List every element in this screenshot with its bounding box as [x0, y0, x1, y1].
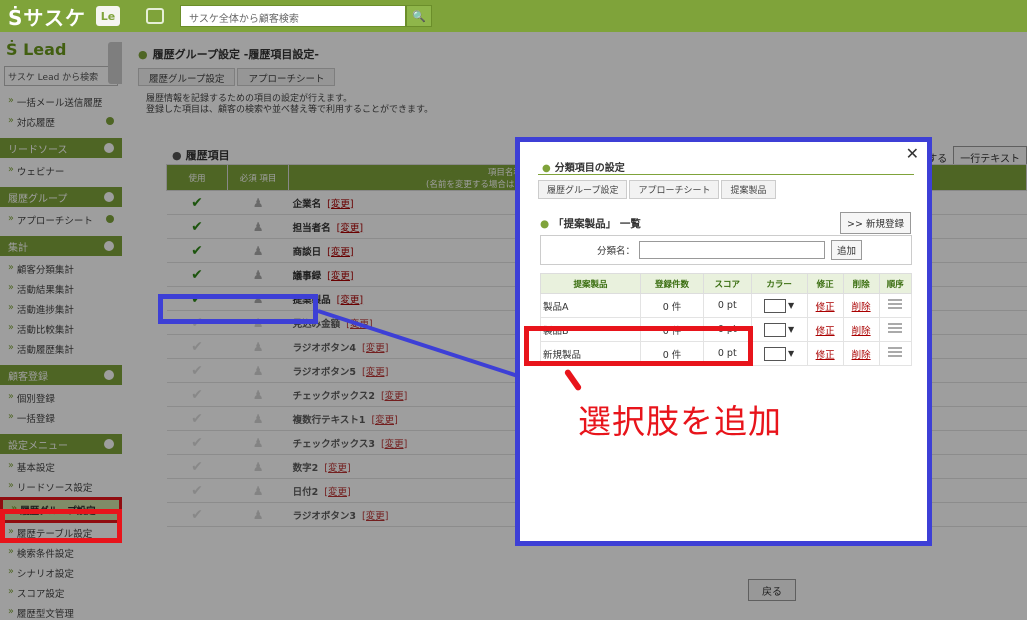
category-name-input[interactable] [639, 241, 826, 259]
col-score: スコア [702, 273, 752, 294]
category-score: 0 pt [702, 293, 752, 318]
order-cell [878, 341, 913, 366]
drag-handle-icon[interactable] [888, 347, 903, 357]
category-name: 製品A [540, 293, 641, 318]
color-swatch[interactable] [764, 322, 787, 337]
category-row: 製品A 0 件0 pt ▼ 修正 削除 [540, 293, 913, 318]
color-swatch[interactable] [764, 298, 787, 313]
col-count: 登録件数 [640, 273, 704, 294]
col-delete: 削除 [842, 273, 880, 294]
category-filter: 分類名： 追加 [540, 235, 912, 265]
close-icon[interactable]: ✕ [906, 144, 919, 163]
col-order: 順序 [878, 273, 913, 294]
breadcrumb-item[interactable]: 提案製品 [721, 180, 776, 199]
category-name-label: 分類名： [597, 246, 636, 257]
col-color: カラー [750, 273, 808, 294]
divider [538, 174, 914, 175]
delete-cell: 削除 [842, 317, 880, 342]
edit-cell: 修正 [806, 293, 844, 318]
add-button[interactable]: 追加 [831, 240, 863, 260]
order-cell [878, 293, 913, 318]
color-swatch[interactable] [764, 346, 787, 361]
chevron-down-icon[interactable]: ▼ [788, 301, 794, 310]
delete-link[interactable]: 削除 [852, 302, 871, 313]
annotation-red-box-new-row [524, 326, 753, 366]
delete-cell: 削除 [842, 341, 880, 366]
delete-cell: 削除 [842, 293, 880, 318]
annotation-blue-box [158, 294, 318, 324]
search-icon[interactable]: 🔍 [406, 5, 433, 27]
breadcrumb-item[interactable]: アプローチシート [629, 180, 720, 199]
chat-icon[interactable] [146, 8, 165, 24]
chevron-down-icon[interactable]: ▼ [788, 325, 794, 334]
category-count: 0 件 [640, 293, 704, 318]
delete-link[interactable]: 削除 [852, 350, 871, 361]
edit-link[interactable]: 修正 [816, 350, 835, 361]
color-picker[interactable]: ▼ [750, 317, 808, 342]
breadcrumb-item[interactable]: 履歴グループ設定 [538, 180, 628, 199]
drag-handle-icon[interactable] [888, 323, 903, 333]
chevron-down-icon[interactable]: ▼ [788, 349, 794, 358]
delete-link[interactable]: 削除 [852, 326, 871, 337]
le-badge[interactable]: Le [96, 6, 121, 26]
global-search-input[interactable]: サスケ全体から顧客検索 [180, 5, 407, 27]
top-bar: Ṡサスケ Le サスケ全体から顧客検索 🔍 [0, 0, 1027, 32]
edit-cell: 修正 [806, 341, 844, 366]
new-register-button[interactable]: >> 新規登録 [840, 212, 911, 234]
modal-title: 分類項目の設定 [542, 159, 625, 174]
edit-cell: 修正 [806, 317, 844, 342]
color-picker[interactable]: ▼ [750, 293, 808, 318]
color-picker[interactable]: ▼ [750, 341, 808, 366]
edit-link[interactable]: 修正 [816, 326, 835, 337]
list-title: 「提案製品」 一覧 [540, 216, 641, 231]
annotation-red-box [0, 509, 122, 543]
edit-link[interactable]: 修正 [816, 302, 835, 313]
modal-breadcrumb: 履歴グループ設定 アプローチシート 提案製品 [538, 180, 778, 199]
sasuke-logo: Ṡサスケ [8, 5, 87, 30]
col-product: 提案製品 [540, 273, 641, 294]
order-cell [878, 317, 913, 342]
drag-handle-icon[interactable] [888, 299, 903, 309]
annotation-callout-text: 選択肢を追加 [578, 402, 782, 441]
col-edit: 修正 [806, 273, 844, 294]
